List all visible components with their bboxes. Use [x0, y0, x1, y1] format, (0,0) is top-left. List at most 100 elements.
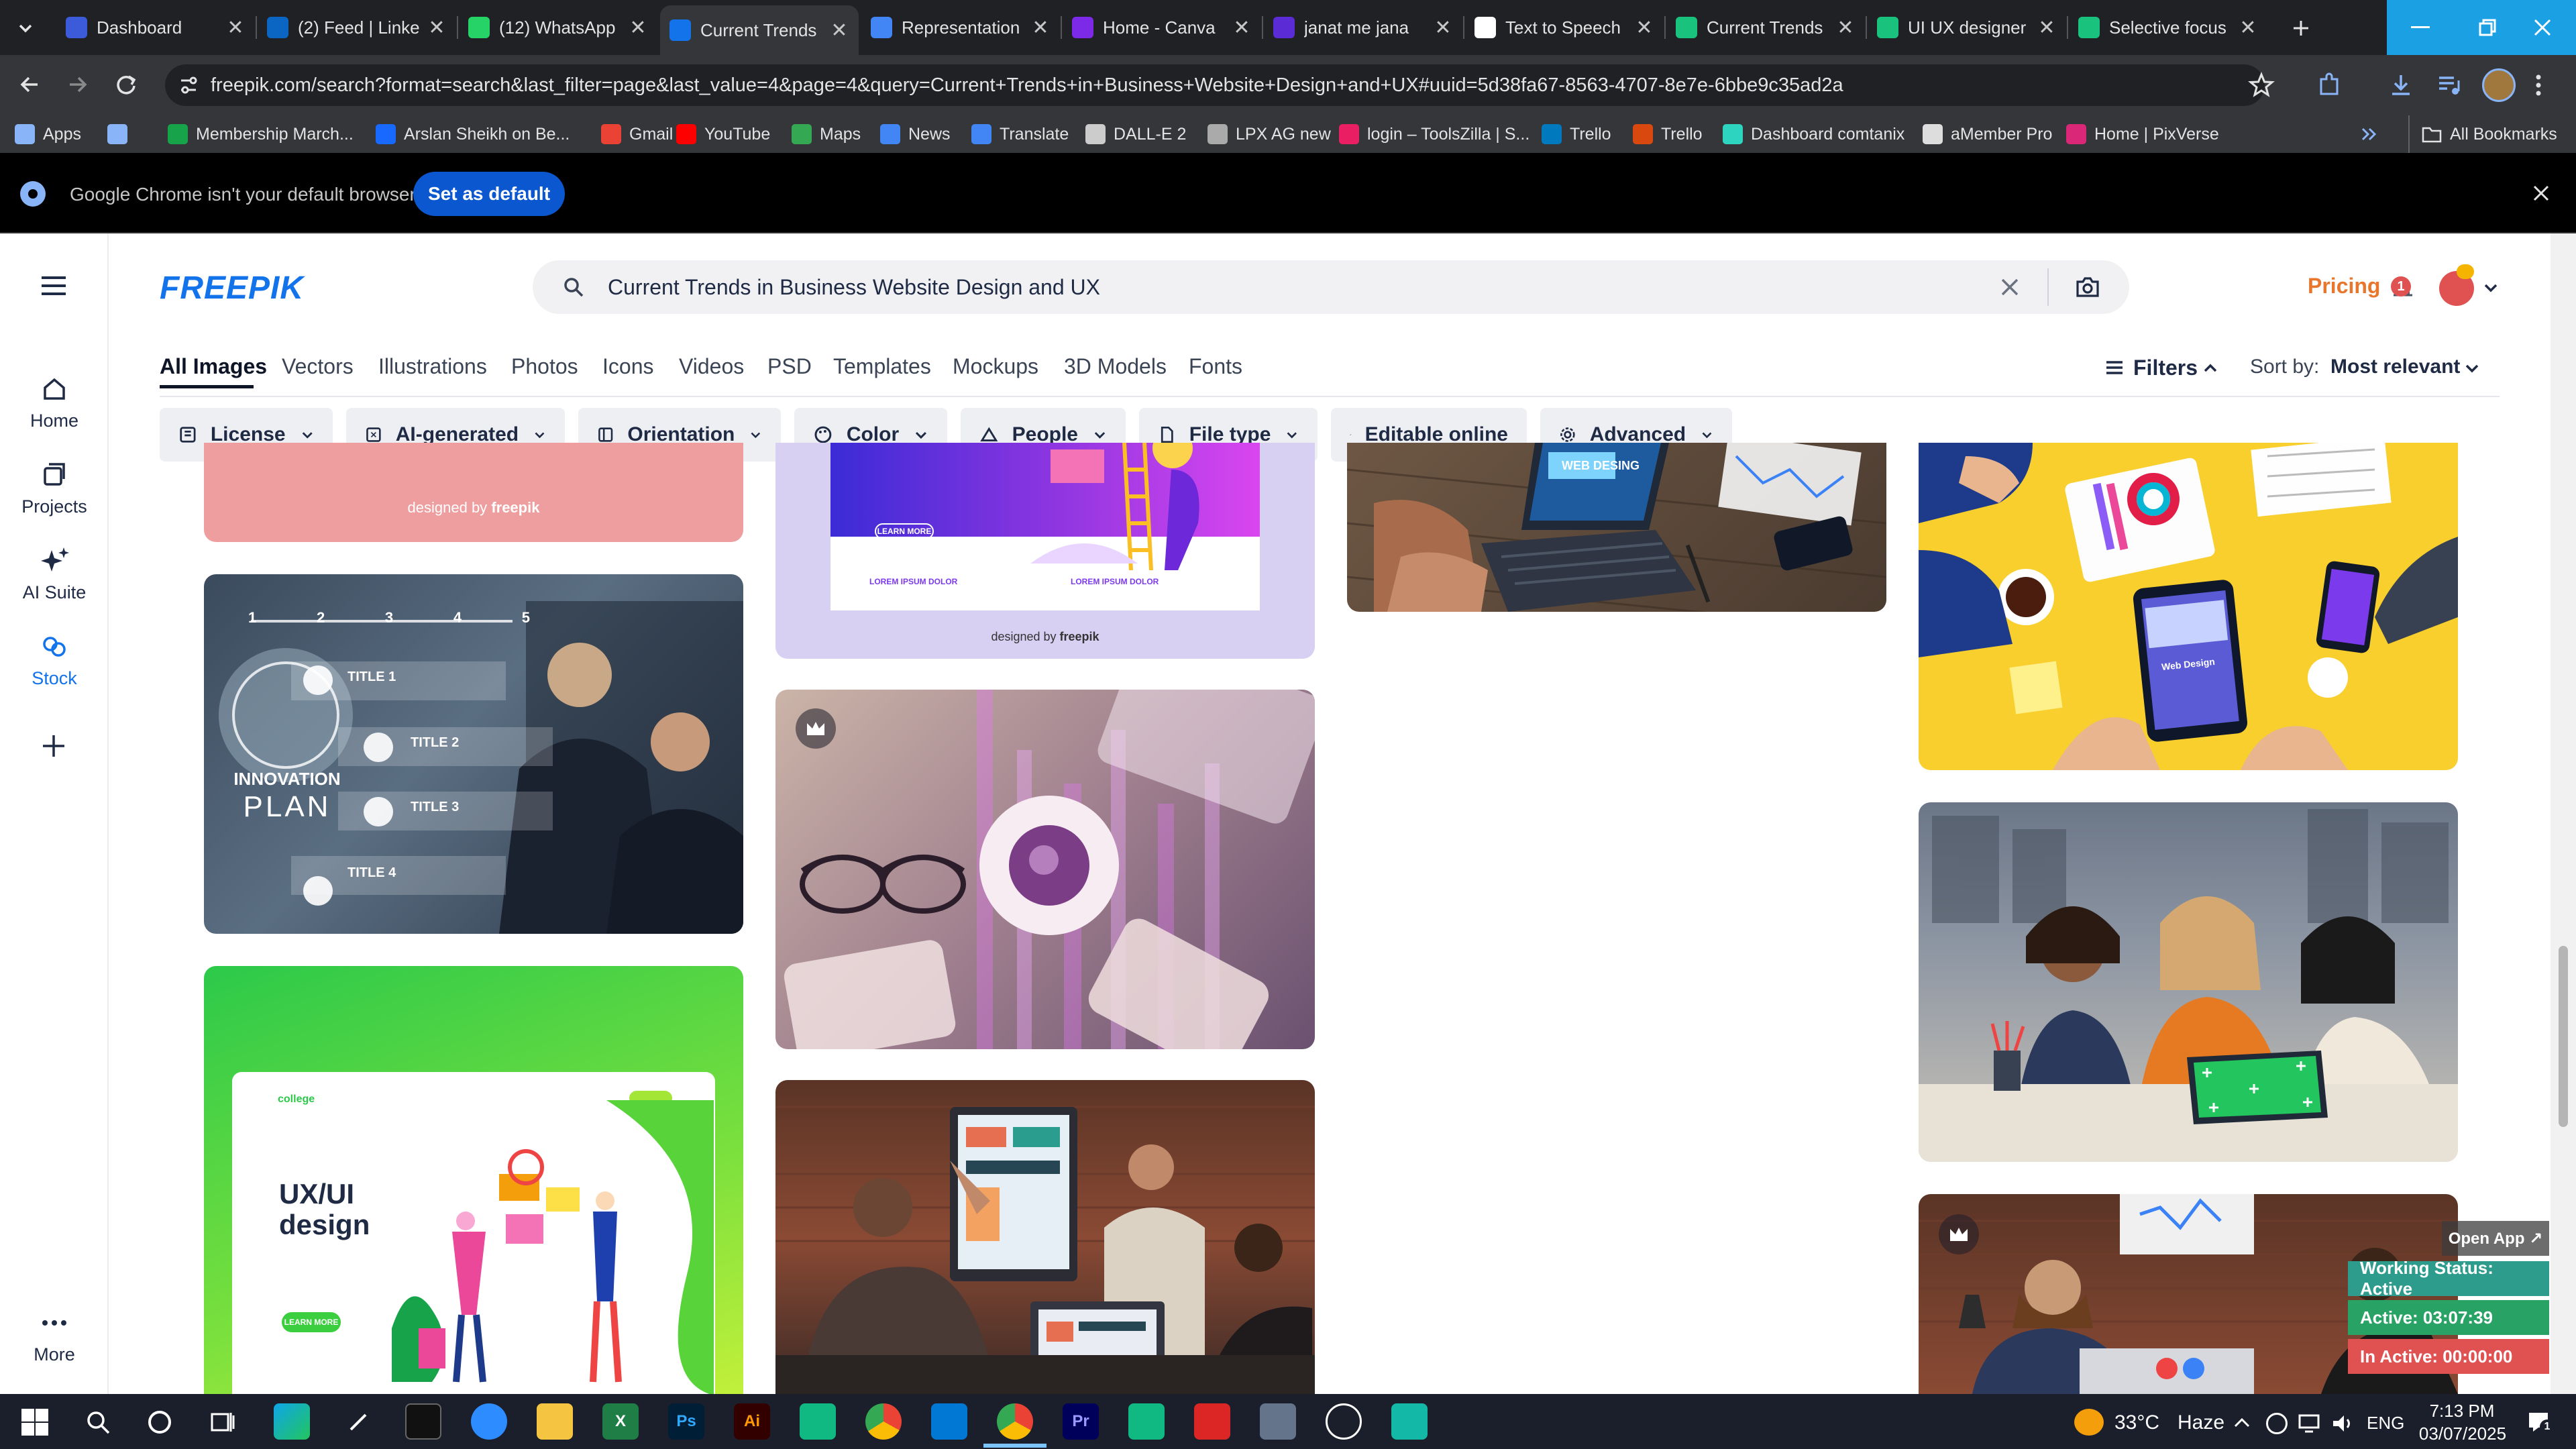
bookmark-item[interactable]: Gmail	[601, 115, 673, 153]
nav-more[interactable]: More	[0, 1316, 109, 1365]
edge-app-icon[interactable]	[274, 1403, 310, 1440]
language-indicator[interactable]: ENG	[2367, 1413, 2404, 1434]
hamburger-menu-icon[interactable]	[39, 274, 68, 298]
open-app-button[interactable]: Open App ↗	[2442, 1221, 2549, 1256]
category-tab[interactable]: Vectors	[282, 354, 354, 379]
browser-tab[interactable]: Home - Canva ✕	[1063, 7, 1261, 48]
infobar-close-icon[interactable]	[2530, 182, 2552, 204]
bookmark-item[interactable]: Maps	[792, 115, 861, 153]
task-view-icon[interactable]	[208, 1407, 237, 1437]
forward-icon[interactable]	[63, 70, 93, 99]
nav-projects[interactable]: Projects	[0, 459, 109, 517]
vscode-app-icon[interactable]	[931, 1403, 967, 1440]
tray-app-icon[interactable]	[2266, 1413, 2288, 1434]
address-bar[interactable]: freepik.com/search?format=search&last_fi…	[165, 64, 2265, 106]
bookmark-item[interactable]: aMember Pro	[1923, 115, 2052, 153]
bookmark-item[interactable]: Trello	[1542, 115, 1611, 153]
tab-close-icon[interactable]: ✕	[1835, 16, 1856, 40]
browser-tab[interactable]: UI UX designer ✕	[1868, 7, 2066, 48]
more-bookmarks-icon[interactable]	[2356, 121, 2383, 148]
nav-stock[interactable]: Stock	[0, 631, 109, 689]
bookmark-item[interactable]: Arslan Sheikh on Be...	[376, 115, 570, 153]
bookmark-star-icon[interactable]	[2247, 71, 2275, 99]
site-info-icon[interactable]	[177, 74, 200, 97]
chrome-active-taskbar-icon[interactable]	[997, 1403, 1033, 1440]
search-bar[interactable]: Current Trends in Business Website Desig…	[533, 260, 2129, 314]
close-window-icon[interactable]	[2509, 0, 2576, 55]
browser-tab[interactable]: (2) Feed | LinkedIn ✕	[258, 7, 456, 48]
illustrator-app-icon[interactable]: Ai	[734, 1403, 770, 1440]
terminal-app-icon[interactable]	[405, 1403, 441, 1440]
filters-icon[interactable]	[2104, 357, 2125, 378]
minimize-icon[interactable]	[2387, 0, 2454, 55]
taskbar-search-icon[interactable]	[83, 1407, 113, 1437]
file-explorer-icon[interactable]	[537, 1403, 573, 1440]
browser-tab[interactable]: janat me jana ✕	[1264, 7, 1462, 48]
back-icon[interactable]	[15, 70, 44, 99]
bookmark-item[interactable]: Apps	[15, 115, 81, 153]
browser-tab[interactable]: Text to Speech ✕	[1465, 7, 1664, 48]
add-icon[interactable]	[39, 731, 68, 761]
image-card-pink-template[interactable]: designed by freepik	[204, 443, 743, 542]
bookmark-item[interactable]: Dashboard comtanix	[1723, 115, 1904, 153]
acrobat-app-icon[interactable]	[1194, 1403, 1230, 1440]
bookmark-item[interactable]: login – ToolsZilla | S...	[1339, 115, 1529, 153]
freepik-logo[interactable]: FREEPIK	[160, 270, 304, 307]
profile-avatar[interactable]	[2482, 68, 2516, 102]
category-tab[interactable]: Photos	[511, 354, 578, 379]
tab-close-icon[interactable]: ✕	[1232, 16, 1252, 40]
category-tab[interactable]: Illustrations	[378, 354, 487, 379]
all-bookmarks[interactable]: All Bookmarks	[2422, 115, 2557, 153]
windows-start-icon[interactable]	[20, 1407, 50, 1437]
tab-close-icon[interactable]: ✕	[427, 16, 447, 40]
tab-close-icon[interactable]: ✕	[225, 16, 246, 40]
clock-time[interactable]: 7:13 PM	[2422, 1401, 2502, 1421]
tab-search-icon[interactable]	[12, 15, 39, 42]
image-card-purple-landing[interactable]: LEARN MORE LOREM IPSUM DOLOR LOREM IPSUM…	[775, 443, 1315, 659]
tab-close-icon[interactable]: ✕	[1030, 16, 1051, 40]
bookmark-item[interactable]	[107, 115, 136, 153]
nav-ai-suite[interactable]: AI Suite	[0, 545, 109, 603]
bookmark-item[interactable]: Trello	[1633, 115, 1703, 153]
tab-close-icon[interactable]: ✕	[1433, 16, 1453, 40]
set-as-default-button[interactable]: Set as default	[413, 172, 565, 216]
camera-search-icon[interactable]	[2074, 274, 2101, 301]
tab-close-icon[interactable]: ✕	[829, 19, 849, 42]
image-card-team-greenscreen[interactable]	[1919, 802, 2458, 1162]
bookmark-item[interactable]: News	[880, 115, 951, 153]
tab-close-icon[interactable]: ✕	[1634, 16, 1654, 40]
bookmark-item[interactable]: DALL-E 2	[1085, 115, 1186, 153]
image-card-yellow-desk[interactable]: Web Design	[1919, 443, 2458, 770]
browser-tab[interactable]: (12) WhatsApp ✕	[459, 7, 657, 48]
tab-close-icon[interactable]: ✕	[2037, 16, 2057, 40]
premiere-app-icon[interactable]: Pr	[1063, 1403, 1099, 1440]
bookmark-item[interactable]: Home | PixVerse	[2066, 115, 2219, 153]
extensions-icon[interactable]	[2316, 71, 2344, 99]
media-control-icon[interactable]	[2435, 71, 2463, 99]
zoom-app-icon[interactable]	[471, 1403, 507, 1440]
chrome-taskbar-icon[interactable]	[865, 1403, 902, 1440]
bookmark-item[interactable]: Membership March...	[168, 115, 354, 153]
calculator-app-icon[interactable]	[1260, 1403, 1296, 1440]
pen-app-icon[interactable]	[341, 1403, 377, 1440]
nav-home[interactable]: Home	[0, 373, 109, 431]
category-tab[interactable]: Icons	[602, 354, 653, 379]
pricing-link[interactable]: Pricing	[2308, 274, 2380, 299]
account-chevron-icon[interactable]	[2482, 279, 2500, 297]
browser-tab[interactable]: Dashboard ✕	[56, 7, 255, 48]
bookmark-item[interactable]: LPX AG new	[1208, 115, 1331, 153]
tab-close-icon[interactable]: ✕	[628, 16, 648, 40]
green-app-icon[interactable]	[800, 1403, 836, 1440]
search-input[interactable]: Current Trends in Business Website Desig…	[608, 275, 1100, 300]
chrome-menu-icon[interactable]	[2532, 71, 2545, 99]
image-card-desk-coffee[interactable]	[775, 690, 1315, 1049]
browser-tab[interactable]: Representation ✕	[861, 7, 1060, 48]
category-tab[interactable]: Templates	[833, 354, 931, 379]
category-tab[interactable]: Fonts	[1189, 354, 1242, 379]
page-scrollbar-thumb[interactable]	[2559, 946, 2568, 1127]
teal-app-icon[interactable]	[1391, 1403, 1428, 1440]
bookmark-item[interactable]: Translate	[971, 115, 1069, 153]
clear-search-icon[interactable]	[1998, 275, 2022, 299]
category-tab[interactable]: 3D Models	[1064, 354, 1167, 379]
photoshop-app-icon[interactable]: Ps	[668, 1403, 704, 1440]
